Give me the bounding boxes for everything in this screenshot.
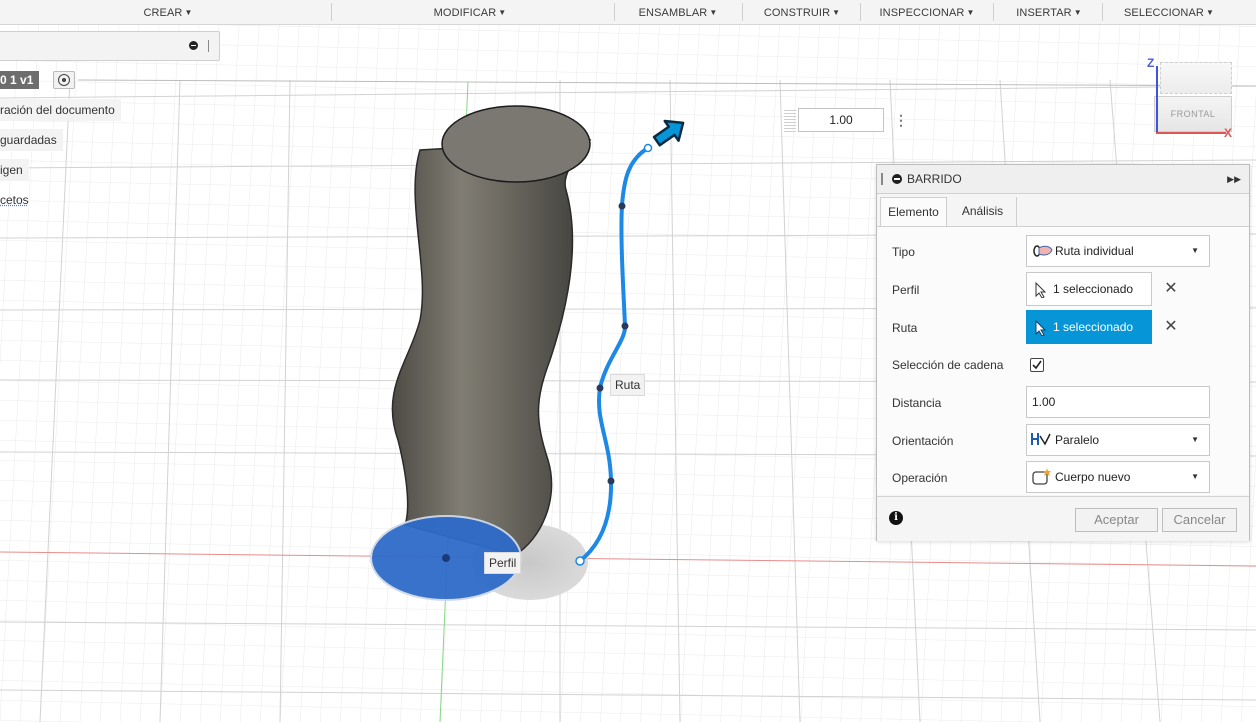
tree-item-saved-views[interactable]: guardadas [0, 129, 63, 151]
drag-grip[interactable] [784, 110, 796, 132]
menu-crear[interactable]: CREAR ▼ [120, 0, 216, 24]
document-name-badge[interactable]: 0 1 v1 [0, 71, 40, 89]
tab-elemento[interactable]: Elemento [880, 197, 947, 226]
path-end-point [643, 143, 653, 153]
cancel-button[interactable]: Cancelar [1162, 508, 1237, 532]
menu-ensamblar[interactable]: ENSAMBLAR ▼ [622, 0, 734, 24]
operacion-label: Operación [892, 471, 948, 485]
orientacion-label: Orientación [892, 434, 954, 448]
browser-search-box[interactable] [0, 31, 220, 61]
viewcube-front-face[interactable]: FRONTAL [1154, 96, 1232, 132]
menu-inspeccionar[interactable]: INSPECCIONAR ▼ [866, 0, 988, 24]
toolbar-divider [614, 3, 615, 21]
ruta-select-button[interactable]: 1 seleccionado [1026, 310, 1152, 344]
more-options-icon[interactable]: ⋮ [894, 110, 908, 130]
tree-item-origin[interactable]: igen [0, 159, 29, 181]
ruta-label: Ruta [892, 321, 918, 335]
new-body-icon [1032, 468, 1051, 485]
toolbar-divider [1102, 3, 1103, 21]
check-icon [1032, 360, 1042, 370]
tree-item-sketches[interactable]: cetos [0, 189, 35, 211]
menu-insertar[interactable]: INSERTAR ▼ [1001, 0, 1097, 24]
toolbar-divider [742, 3, 743, 21]
cursor-arrow-icon [1035, 282, 1047, 298]
dialog-body: Tipo Ruta individual ▼ Perfil 1 seleccion… [877, 227, 1249, 495]
perfil-label: Perfil [892, 283, 920, 297]
z-axis-indicator [1156, 66, 1158, 132]
z-axis-label: Z [1147, 56, 1155, 70]
path-label: Ruta [610, 374, 646, 396]
profile-center-point [442, 554, 450, 562]
tab-analisis[interactable]: Análisis [949, 197, 1017, 226]
body-top-face[interactable] [441, 105, 591, 183]
main-toolbar: CREAR ▼ MODIFICAR ▼ ENSAMBLAR ▼ CONSTRUIR ▼ … [0, 0, 1256, 25]
tipo-label: Tipo [892, 245, 915, 259]
view-cube[interactable]: FRONTAL Z X [1142, 56, 1256, 146]
cadena-label: Selección de cadena [892, 358, 1004, 372]
sweep-dialog: BARRIDO ▶▶ Elemento Análisis Tipo Ruta i… [876, 164, 1250, 541]
minus-circle-icon[interactable] [189, 41, 198, 50]
drag-handle[interactable] [881, 173, 883, 185]
profile-label: Perfil [484, 552, 522, 574]
menu-construir[interactable]: CONSTRUIR ▼ [750, 0, 854, 24]
distancia-input[interactable]: 1.00 [1026, 386, 1210, 418]
cadena-checkbox[interactable] [1030, 358, 1044, 372]
perfil-clear-icon[interactable]: ✕ [1163, 281, 1179, 297]
dialog-footer: i Aceptar Cancelar [877, 496, 1249, 541]
ok-button[interactable]: Aceptar [1075, 508, 1158, 532]
cursor-arrow-icon [1035, 320, 1047, 336]
expand-icon[interactable]: ▶▶ [1227, 165, 1241, 193]
activate-target-icon[interactable] [53, 71, 75, 89]
divider [208, 40, 209, 52]
distance-input[interactable]: 1.00 [798, 108, 884, 132]
viewcube-top-face[interactable] [1160, 62, 1232, 94]
menu-seleccionar[interactable]: SELECCIONAR ▼ [1110, 0, 1228, 24]
operacion-dropdown[interactable]: Cuerpo nuevo ▼ [1026, 461, 1210, 493]
orientacion-dropdown[interactable]: Paralelo ▼ [1026, 424, 1210, 456]
perfil-select-button[interactable]: 1 seleccionado [1026, 272, 1152, 306]
menu-modificar[interactable]: MODIFICAR ▼ [418, 0, 522, 24]
tree-item-document-settings[interactable]: ración del documento [0, 99, 121, 121]
path-start-point [575, 556, 585, 566]
toolbar-divider [331, 3, 332, 21]
single-path-icon [1033, 245, 1053, 257]
dialog-header[interactable]: BARRIDO ▶▶ [877, 165, 1249, 194]
toolbar-divider [993, 3, 994, 21]
info-icon[interactable]: i [889, 511, 903, 525]
distancia-label: Distancia [892, 396, 942, 410]
ruta-clear-icon[interactable]: ✕ [1163, 319, 1179, 335]
x-axis-indicator [1156, 132, 1226, 134]
toolbar-divider [860, 3, 861, 21]
parallel-orientation-icon [1031, 433, 1051, 446]
collapse-icon[interactable] [892, 174, 902, 184]
x-axis-label: X [1224, 126, 1233, 140]
tipo-dropdown[interactable]: Ruta individual ▼ [1026, 235, 1210, 267]
dialog-title: BARRIDO [907, 172, 962, 186]
